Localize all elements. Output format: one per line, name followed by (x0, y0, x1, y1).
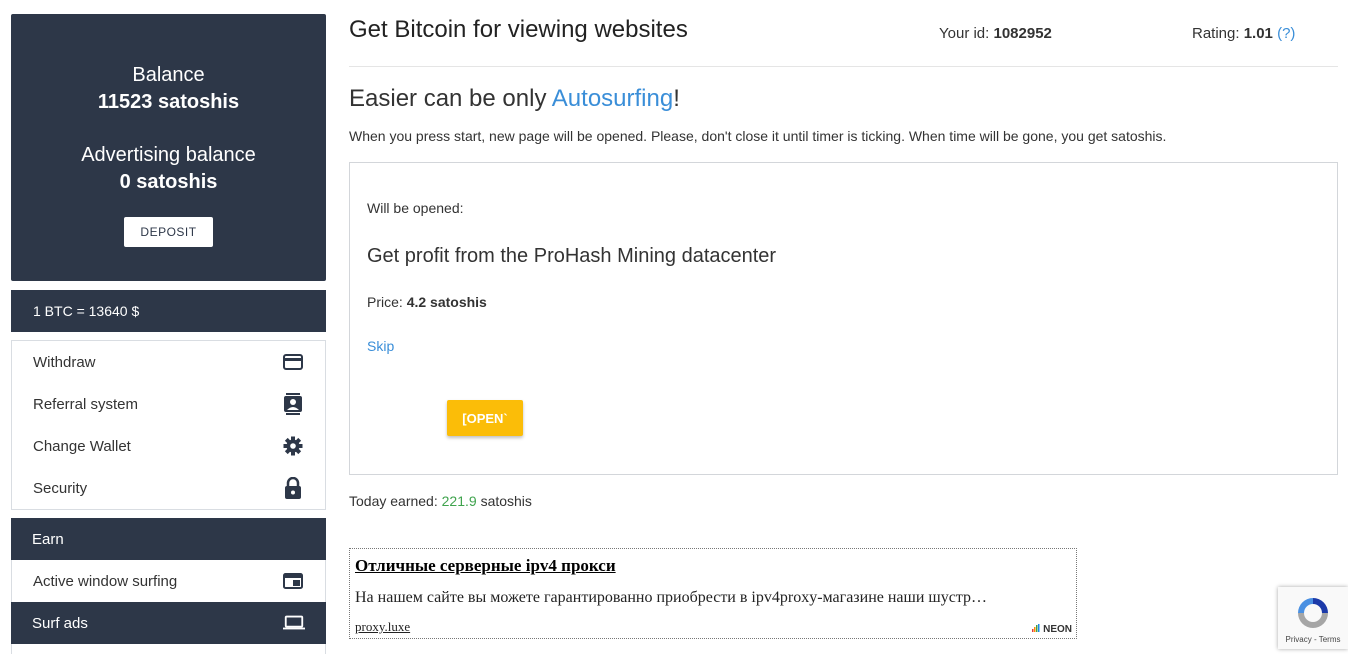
advertising-balance-value: 0 satoshis (119, 171, 218, 193)
skip-link[interactable]: Skip (367, 338, 394, 354)
menu-item-label: Security (33, 479, 88, 497)
browser-window-icon (282, 570, 304, 592)
user-id-value: 1082952 (993, 25, 1052, 42)
surf-panel: Will be opened: Get profit from the ProH… (349, 162, 1338, 475)
price: Price: 4.2 satoshis (367, 294, 487, 310)
rating: Rating: 1.01 (?) (1192, 25, 1295, 42)
recaptcha-icon (1298, 598, 1328, 628)
menu-item-withdraw[interactable]: Withdraw (12, 341, 325, 383)
balance-label: Balance (132, 64, 205, 86)
menu-item-security[interactable]: Security (12, 467, 325, 509)
header-divider (349, 66, 1338, 67)
earn-menu: Earn Active window surfing Surf ads (11, 518, 326, 654)
ad-brand-logo: NEON (1032, 624, 1072, 635)
menu-item-surf-ads[interactable]: Surf ads (11, 602, 326, 644)
rating-help-link[interactable]: (?) (1277, 25, 1295, 42)
user-id: Your id: 1082952 (939, 25, 1052, 42)
advertising-balance-label: Advertising balance (81, 144, 256, 166)
menu-item-change-wallet[interactable]: Change Wallet (12, 425, 325, 467)
balance-value: 11523 satoshis (97, 91, 240, 113)
recaptcha-terms[interactable]: Privacy - Terms (1278, 635, 1348, 644)
menu-item-label: Surf ads (32, 614, 88, 632)
laptop-icon (283, 612, 305, 634)
ad-link[interactable]: proxy.luxe (355, 619, 410, 635)
deposit-button[interactable]: DEPOSIT (124, 217, 213, 247)
credit-card-icon (282, 351, 304, 373)
balance-card: Balance 11523 satoshis Advertising balan… (11, 14, 326, 281)
gear-icon (282, 435, 304, 457)
subtitle-end: ! (673, 85, 680, 112)
today-earned-value: 221.9 (441, 493, 477, 509)
price-value: 4.2 satoshis (406, 294, 487, 310)
btc-rate: 1 BTC = 13640 $ (11, 290, 326, 332)
open-button[interactable]: [OPEN` (447, 400, 523, 436)
today-earned: Today earned: 221.9 satoshis (349, 493, 532, 509)
rating-value: 1.01 (1243, 25, 1273, 42)
target-page-title: Get profit from the ProHash Mining datac… (367, 245, 777, 267)
ad-title[interactable]: Отличные серверные ipv4 прокси (355, 556, 616, 576)
today-earned-label: Today earned: (349, 493, 438, 509)
menu-item-label: Referral system (33, 395, 139, 413)
recaptcha-badge[interactable]: Privacy - Terms (1278, 587, 1348, 649)
subtitle-text: Easier can be only (349, 85, 552, 112)
page-title: Get Bitcoin for viewing websites (349, 16, 688, 43)
account-menu: Withdraw Referral system Change Wallet S… (11, 340, 326, 510)
menu-item-label: Active window surfing (33, 572, 178, 590)
price-label: Price: (367, 294, 403, 310)
menu-item-label: Withdraw (33, 353, 96, 371)
signal-bars-icon (1032, 624, 1040, 632)
instructions-text: When you press start, new page will be o… (349, 128, 1167, 144)
autosurfing-link[interactable]: Autosurfing (552, 85, 673, 112)
menu-header-earn: Earn (11, 518, 326, 560)
contact-card-icon (282, 393, 304, 415)
menu-item-referral-system[interactable]: Referral system (12, 383, 325, 425)
menu-item-active-window-surfing[interactable]: Active window surfing (11, 560, 326, 602)
will-be-opened-label: Will be opened: (367, 200, 464, 216)
lock-icon (282, 477, 304, 499)
sidebar: Balance 11523 satoshis Advertising balan… (11, 14, 326, 654)
ad-brand-text: NEON (1043, 624, 1072, 635)
rating-label: Rating: (1192, 25, 1240, 42)
menu-item-partial (11, 644, 326, 654)
today-earned-unit: satoshis (480, 493, 532, 509)
ad-banner[interactable]: Отличные серверные ipv4 прокси На нашем … (349, 548, 1077, 639)
menu-item-label: Change Wallet (33, 437, 131, 455)
ad-description: На нашем сайте вы можете гарантированно … (355, 589, 988, 606)
section-subtitle: Easier can be only Autosurfing! (349, 85, 680, 113)
menu-header-label: Earn (32, 530, 64, 548)
user-id-label: Your id: (939, 25, 990, 42)
